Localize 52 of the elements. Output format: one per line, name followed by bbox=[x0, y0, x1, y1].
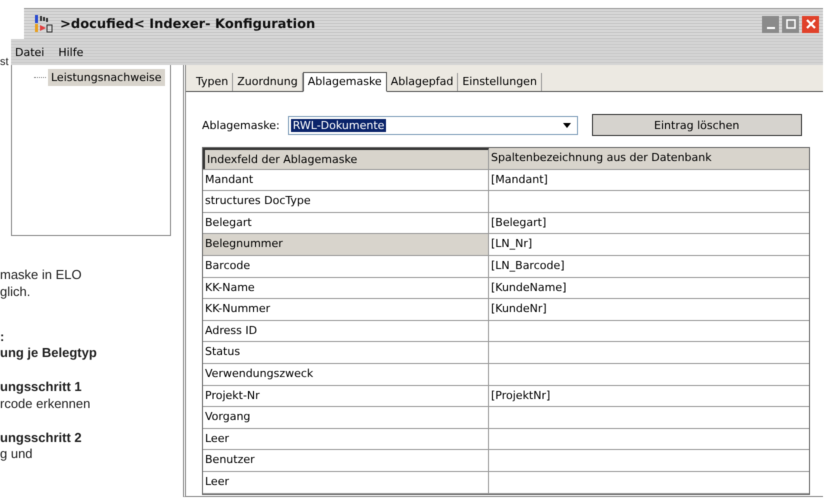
document-text: ung je Belegtyp bbox=[0, 345, 97, 360]
table-cell[interactable]: Adress ID bbox=[203, 320, 489, 342]
table-cell[interactable]: [Belegart] bbox=[489, 212, 809, 234]
table-cell[interactable]: Verwendungszweck bbox=[203, 364, 489, 385]
delete-entry-button[interactable]: Eintrag löschen bbox=[592, 114, 802, 136]
menu-item[interactable]: Hilfe bbox=[56, 46, 86, 58]
table-cell[interactable]: Belegart bbox=[203, 212, 489, 234]
table-cell[interactable]: Status bbox=[203, 342, 489, 363]
close-icon bbox=[804, 18, 816, 30]
tree-connector-icon bbox=[34, 77, 46, 78]
tab[interactable]: Ablagemaske bbox=[302, 72, 387, 92]
table-cell[interactable]: Leer bbox=[203, 428, 489, 450]
document-text: maske in ELO bbox=[0, 267, 82, 282]
document-text: : bbox=[0, 329, 4, 344]
maximize-button[interactable] bbox=[782, 16, 799, 32]
document-text: ungsschritt 2 bbox=[0, 430, 82, 445]
table-cell[interactable]: Benutzer bbox=[203, 450, 489, 471]
tab[interactable]: Typen bbox=[192, 73, 234, 91]
tree-item[interactable]: Leistungsnachweise bbox=[48, 69, 165, 86]
table-cell[interactable]: KK-Nummer bbox=[203, 299, 489, 320]
table-cell[interactable]: [KundeName] bbox=[489, 278, 809, 298]
app-icon bbox=[34, 14, 54, 34]
column-header: Spaltenbezeichnung aus der Datenbank bbox=[489, 148, 809, 169]
window-title: >docufied< Indexer- Konfiguration bbox=[60, 16, 316, 32]
mask-dropdown[interactable]: RWL-Dokumente bbox=[288, 116, 578, 134]
table-cell[interactable]: KK-Name bbox=[203, 278, 489, 298]
document-text: st bbox=[0, 56, 9, 68]
table-cell[interactable]: [KundeNr] bbox=[489, 299, 809, 320]
table-cell[interactable]: Leer bbox=[203, 472, 489, 492]
table-cell[interactable]: [ProjektNr] bbox=[489, 386, 809, 406]
table-cell[interactable]: Belegnummer bbox=[203, 234, 489, 255]
field-label: Ablagemaske: bbox=[202, 118, 280, 132]
table-cell[interactable]: [Mandant] bbox=[489, 170, 809, 190]
table-cell[interactable]: Vorgang bbox=[203, 407, 489, 428]
table-cell[interactable]: Barcode bbox=[203, 256, 489, 277]
tab[interactable]: Einstellungen bbox=[458, 73, 542, 91]
table-cell[interactable]: structures DocType bbox=[203, 191, 489, 212]
document-text: g und bbox=[0, 446, 33, 461]
table-cell[interactable]: [LN_Nr] bbox=[489, 234, 809, 255]
document-text: ungsschritt 1 bbox=[0, 379, 82, 394]
minimize-button[interactable] bbox=[762, 16, 779, 32]
document-text: glich. bbox=[0, 284, 30, 299]
document-text: rcode erkennen bbox=[0, 396, 90, 411]
close-button[interactable] bbox=[802, 16, 819, 32]
table-cell[interactable]: [LN_Barcode] bbox=[489, 256, 809, 277]
menu-item[interactable]: Datei bbox=[13, 46, 46, 58]
maximize-icon bbox=[784, 18, 796, 30]
table-cell[interactable]: Mandant bbox=[203, 170, 489, 190]
column-header: Indexfeld der Ablagemaske bbox=[203, 148, 489, 169]
tab[interactable]: Ablagepfad bbox=[386, 73, 458, 91]
table-cell[interactable]: Projekt-Nr bbox=[203, 386, 489, 406]
minimize-icon bbox=[766, 27, 774, 29]
